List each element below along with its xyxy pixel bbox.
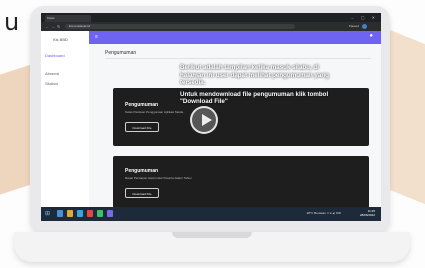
card-title: Pengumuman [125,102,159,108]
grid-icon[interactable]: ● [369,33,373,39]
play-icon[interactable] [190,106,218,134]
hamburger-icon[interactable]: ≡ [95,34,98,40]
app-bar: ≡ ● [89,31,381,44]
windows-start-icon[interactable]: ⊞ [45,210,50,217]
card-title: Pengumuman [125,168,159,174]
address-row: ← → ↻ lms.unesa.ac.id Paused [41,22,381,31]
reload-icon[interactable]: ↻ [57,24,60,29]
taskbar: ⊞ 28°C Berawan ∧ ● ◂) IND 11:25 28/06/20… [41,207,381,221]
sidebar: Kls BBD Dashboard Absensi Silabus [41,31,90,207]
page-title: Pengumuman [105,50,137,56]
divider [105,58,371,59]
edge-icon[interactable] [77,210,83,217]
sidebar-item-absensi[interactable]: Absensi [45,71,59,76]
forward-icon[interactable]: → [51,24,55,29]
download-file-button[interactable]: Download File [125,188,159,198]
system-tray[interactable]: 28°C Berawan ∧ ● ◂) IND [307,211,341,215]
caption-line-1: Berikut adalah tampilan ketika masuk sil… [180,64,329,87]
browser-tab[interactable]: Kelas [45,15,91,22]
back-icon[interactable]: ← [45,24,49,29]
clock[interactable]: 11:25 28/06/2022 [360,209,375,217]
caption-line-2: Untuk mendownload file pengumuman klik t… [180,90,329,106]
chrome-icon[interactable] [87,210,93,217]
tutorial-caption: Berikut adalah tampilan ketika masuk sil… [180,64,340,110]
slide-text: u [4,8,20,36]
laptop-notch [172,232,252,238]
search-icon[interactable] [57,210,63,217]
card-subtitle: Rapat Persiapan Awal untuk Peserta dalam… [125,176,192,180]
clock-date: 28/06/2022 [359,213,375,217]
card-subtitle: Kelas Panduan Penggunaan Aplikasi Media [125,110,184,114]
profile-avatar[interactable] [362,24,367,29]
sidebar-item-dashboard[interactable]: Dashboard [45,53,65,58]
announcement-card: Pengumuman Rapat Persiapan Awal untuk Pe… [113,156,369,208]
sidebar-brand: Kls BBD [53,37,68,42]
window-controls[interactable]: – ▢ ✕ [351,15,378,20]
folder-icon[interactable] [67,210,73,217]
sidebar-item-silabus[interactable]: Silabus [45,81,58,86]
profile-status[interactable]: Paused [349,24,359,28]
app-icon[interactable] [97,210,103,217]
app-icon[interactable] [107,210,113,217]
download-file-button[interactable]: Download File [125,122,159,132]
browser-tab-bar: Kelas – ▢ ✕ [41,13,381,22]
address-bar[interactable]: lms.unesa.ac.id [65,24,295,29]
